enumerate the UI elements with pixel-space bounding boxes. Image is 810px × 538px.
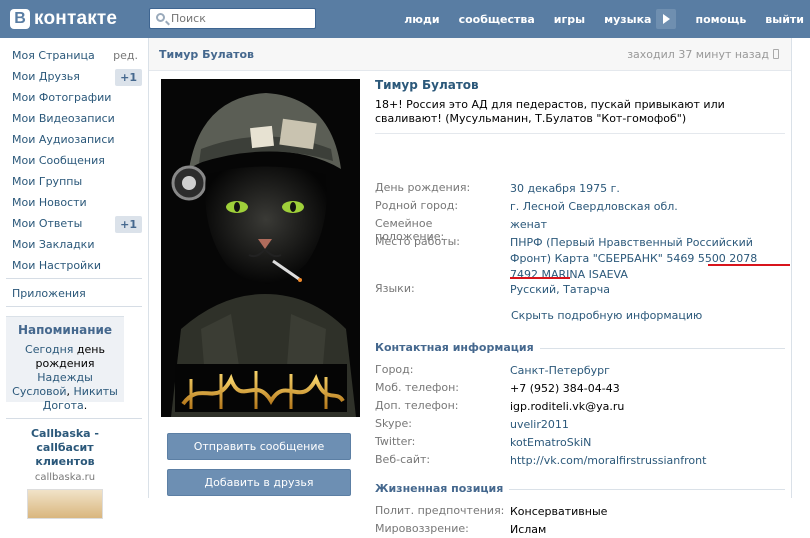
nav-music[interactable]: музыка — [604, 13, 651, 26]
reminder-box: Напоминание Сегодня день рождения Надежд… — [6, 316, 124, 412]
answers-count-badge: +1 — [115, 216, 142, 233]
reminder-text: Сегодня день рождения Надежды Сусловой, … — [6, 343, 124, 413]
worldview-value[interactable]: Ислам — [510, 522, 785, 538]
nav-communities[interactable]: сообщества — [459, 13, 535, 26]
sidebar-item-label: Мои Ответы — [12, 217, 83, 230]
politics-label: Полит. предпочтения: — [375, 504, 505, 517]
contact-section-title: Контактная информация — [375, 341, 540, 354]
skype-label: Skype: — [375, 417, 412, 430]
sidebar-divider — [6, 418, 142, 419]
vk-logo[interactable]: В контакте — [10, 7, 117, 31]
reminder-title: Напоминание — [17, 323, 113, 337]
sidebar-item-friends[interactable]: Мои Друзья +1 — [12, 68, 142, 86]
red-underline — [510, 277, 570, 279]
mobile-label: Моб. телефон: — [375, 381, 460, 394]
hometown-label: Родной город: — [375, 199, 459, 212]
left-sidebar: Моя Страница ред. Мои Друзья +1 Мои Фото… — [0, 38, 148, 519]
reminder-today-link[interactable]: Сегодня — [25, 343, 73, 356]
sidebar-divider — [6, 278, 142, 279]
sidebar-item-label: Мои Друзья — [12, 70, 80, 83]
top-nav: люди сообщества игры музыка помощь выйти — [385, 0, 804, 38]
profile-avatar[interactable] — [161, 79, 360, 417]
nav-help[interactable]: помощь — [695, 13, 746, 26]
profile-header-bar: Тимур Булатов заходил 37 минут назад — [149, 38, 791, 71]
sidebar-item-videos[interactable]: Мои Видеозаписи — [12, 110, 142, 128]
profile-name: Тимур Булатов — [375, 78, 479, 92]
ad-url: callbaska.ru — [34, 472, 96, 483]
search-icon — [156, 13, 165, 22]
twitter-value[interactable]: kotEmatroSkiN — [510, 435, 785, 451]
reminder-comma: , — [66, 385, 71, 398]
sidebar-item-photos[interactable]: Мои Фотографии — [12, 89, 142, 107]
logo-text: контакте — [34, 8, 118, 29]
edit-link[interactable]: ред. — [113, 47, 138, 65]
languages-label: Языки: — [375, 282, 415, 295]
ad-image[interactable] — [27, 489, 103, 519]
ad-block[interactable]: Callbaska - callбасит клиентов callbaska… — [6, 427, 124, 519]
contact-section-header: Контактная информация — [375, 341, 785, 355]
send-message-button[interactable]: Отправить сообщение — [167, 433, 351, 460]
add-friend-button[interactable]: Добавить в друзья — [167, 469, 351, 496]
ad-title[interactable]: Callbaska - callбасит клиентов — [6, 427, 124, 469]
website-label: Веб-сайт: — [375, 453, 431, 466]
friends-count-badge: +1 — [115, 69, 142, 86]
sidebar-item-bookmarks[interactable]: Мои Закладки — [12, 236, 142, 254]
worldview-label: Мировоззрение: — [375, 522, 469, 535]
city-label: Город: — [375, 363, 414, 376]
hometown-value[interactable]: г. Лесной Свердловская обл. — [510, 199, 785, 215]
search-input[interactable] — [171, 11, 311, 26]
city-value[interactable]: Санкт-Петербург — [510, 363, 785, 379]
red-underline — [708, 264, 790, 266]
phone-label: Доп. телефон: — [375, 399, 459, 412]
profile-header-name: Тимур Булатов — [159, 48, 255, 61]
status-divider — [375, 133, 785, 134]
politics-value[interactable]: Консервативные — [510, 504, 785, 520]
cat-soldier-image — [161, 79, 360, 417]
top-bar: В контакте люди сообщества игры музыка п… — [0, 0, 810, 38]
birthday-value[interactable]: 30 декабря 1975 г. — [510, 181, 785, 197]
skype-value[interactable]: uvelir2011 — [510, 417, 785, 433]
nav-games[interactable]: игры — [554, 13, 585, 26]
life-section-title: Жизненная позиция — [375, 482, 510, 495]
mobile-icon — [773, 49, 779, 59]
sidebar-item-groups[interactable]: Мои Группы — [12, 173, 142, 191]
search-box[interactable] — [149, 8, 316, 29]
hide-details-link[interactable]: Скрыть подробную информацию — [511, 308, 786, 324]
languages-value[interactable]: Русский, Татарча — [510, 282, 785, 298]
sidebar-item-my-page[interactable]: Моя Страница ред. — [12, 47, 142, 65]
family-value[interactable]: женат — [510, 217, 785, 233]
sidebar-item-news[interactable]: Мои Новости — [12, 194, 142, 212]
life-section-header: Жизненная позиция — [375, 482, 785, 496]
sidebar-item-apps[interactable]: Приложения — [12, 285, 142, 303]
birthday-label: День рождения: — [375, 181, 471, 194]
nav-logout[interactable]: выйти — [765, 13, 804, 26]
profile-page: Тимур Булатов заходил 37 минут назад Отп… — [148, 38, 792, 536]
sidebar-item-answers[interactable]: Мои Ответы +1 — [12, 215, 142, 233]
reminder-dot: . — [83, 399, 88, 412]
profile-status: 18+! Россия это АД для педерастов, пуска… — [375, 98, 725, 125]
sidebar-item-settings[interactable]: Мои Настройки — [12, 257, 142, 275]
phone-value: igp.roditeli.vk@ya.ru — [510, 400, 625, 413]
profile-info: Тимур Булатов 18+! Россия это АД для пед… — [375, 78, 790, 536]
work-label: Место работы: — [375, 235, 460, 248]
play-icon[interactable] — [656, 9, 677, 29]
website-value[interactable]: http://vk.com/moralfirstrussianfront — [510, 453, 785, 469]
logo-icon: В — [10, 9, 30, 29]
twitter-label: Twitter: — [375, 435, 416, 448]
sidebar-item-label: Моя Страница — [12, 49, 95, 62]
nav-people[interactable]: люди — [404, 13, 439, 26]
sidebar-item-messages[interactable]: Мои Сообщения — [12, 152, 142, 170]
mobile-value: +7 (952) 384-04-43 — [510, 382, 620, 395]
last-seen-text: заходил 37 минут назад — [627, 48, 769, 61]
sidebar-divider — [6, 306, 142, 307]
work-value[interactable]: ПНРФ (Первый Нравственный Российский Фро… — [510, 235, 785, 283]
sidebar-item-audio[interactable]: Мои Аудиозаписи — [12, 131, 142, 149]
last-seen: заходил 37 минут назад — [627, 48, 779, 61]
